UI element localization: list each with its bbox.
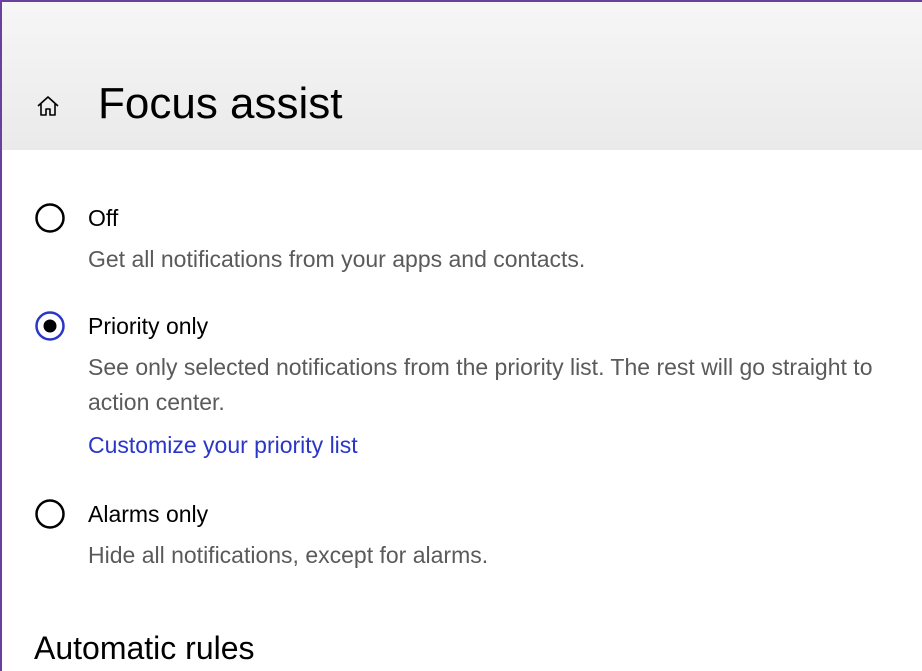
settings-window: Focus assist Off Get all notifications f… xyxy=(0,0,922,671)
option-off-label[interactable]: Off xyxy=(88,204,118,232)
option-priority-only-label[interactable]: Priority only xyxy=(88,312,208,340)
option-priority-only[interactable]: Priority only See only selected notifica… xyxy=(34,308,894,468)
page-title: Focus assist xyxy=(98,79,343,128)
option-alarms-only-label[interactable]: Alarms only xyxy=(88,500,208,528)
option-off-description: Get all notifications from your apps and… xyxy=(88,246,586,272)
radio-off[interactable] xyxy=(34,202,66,234)
option-off[interactable]: Off Get all notifications from your apps… xyxy=(34,200,894,280)
radio-alarms-only[interactable] xyxy=(34,498,66,530)
option-priority-only-description: See only selected notifications from the… xyxy=(88,354,873,415)
page-header: Focus assist xyxy=(2,2,922,150)
radio-priority-only[interactable] xyxy=(34,310,66,342)
option-alarms-only[interactable]: Alarms only Hide all notifications, exce… xyxy=(34,496,894,576)
home-icon[interactable] xyxy=(36,94,60,118)
automatic-rules-heading: Automatic rules xyxy=(34,630,255,666)
customize-priority-list-link[interactable]: Customize your priority list xyxy=(88,431,358,459)
option-alarms-only-description: Hide all notifications, except for alarm… xyxy=(88,542,489,568)
